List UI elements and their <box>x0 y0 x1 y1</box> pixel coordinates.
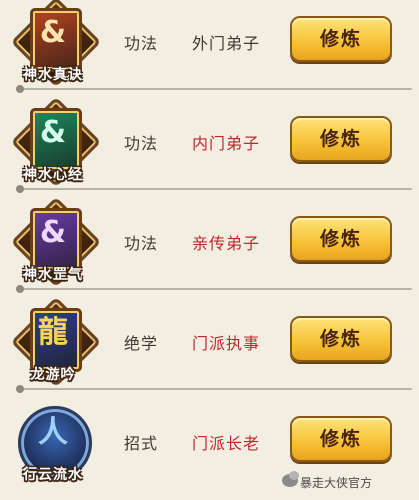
skill-type: 绝学 <box>124 334 159 353</box>
cultivate-button[interactable]: 修炼 <box>290 16 392 62</box>
skill-emblem-icon: & <box>39 115 67 150</box>
skill-emblem-icon: 人 <box>38 415 68 450</box>
skill-emblem-icon: 龍 <box>38 315 68 350</box>
skill-name: 神水罡气 <box>23 267 83 283</box>
skill-name: 龙游吟 <box>30 367 76 383</box>
skill-row: 龍龙游吟 绝学 门派执事 修炼 <box>0 296 419 400</box>
skill-row: & 神水心经 功法 内门弟子 修炼 <box>0 96 419 200</box>
skill-requirement: 外门弟子 <box>192 34 261 53</box>
cultivate-button[interactable]: 修炼 <box>290 416 392 462</box>
skill-row: & 神水真诀 功法 外门弟子 修炼 <box>0 0 419 100</box>
skill-requirement: 内门弟子 <box>192 134 261 153</box>
skill-requirement: 门派执事 <box>192 334 261 353</box>
watermark-text: 暴走大侠官方 <box>300 476 373 490</box>
skill-name: 神水真诀 <box>23 67 83 83</box>
skill-type: 功法 <box>124 234 159 253</box>
cultivate-button[interactable]: 修炼 <box>290 216 392 262</box>
skill-icon[interactable]: & 神水心经 <box>6 96 102 196</box>
skill-name: 神水心经 <box>23 167 83 183</box>
skill-icon[interactable]: 人行云流水 <box>6 402 100 496</box>
row-divider <box>16 385 412 393</box>
skill-type: 招式 <box>124 434 159 453</box>
row-divider <box>16 185 412 193</box>
skill-icon[interactable]: & 神水罡气 <box>6 196 102 296</box>
skill-emblem-icon: & <box>39 15 67 50</box>
skill-emblem-icon: & <box>39 215 67 250</box>
skill-type: 功法 <box>124 134 159 153</box>
row-divider <box>16 285 412 293</box>
skill-requirement: 门派长老 <box>192 434 261 453</box>
wechat-icon <box>282 471 299 487</box>
skill-name: 行云流水 <box>23 467 83 483</box>
cultivate-button[interactable]: 修炼 <box>290 116 392 162</box>
skill-requirement: 亲传弟子 <box>192 234 261 253</box>
skill-icon[interactable]: 龍龙游吟 <box>6 296 102 396</box>
skill-icon[interactable]: & 神水真诀 <box>6 0 102 96</box>
row-divider <box>16 85 412 93</box>
skill-row: & 神水罡气 功法 亲传弟子 修炼 <box>0 196 419 300</box>
cultivate-button[interactable]: 修炼 <box>290 316 392 362</box>
skill-type: 功法 <box>124 34 159 53</box>
